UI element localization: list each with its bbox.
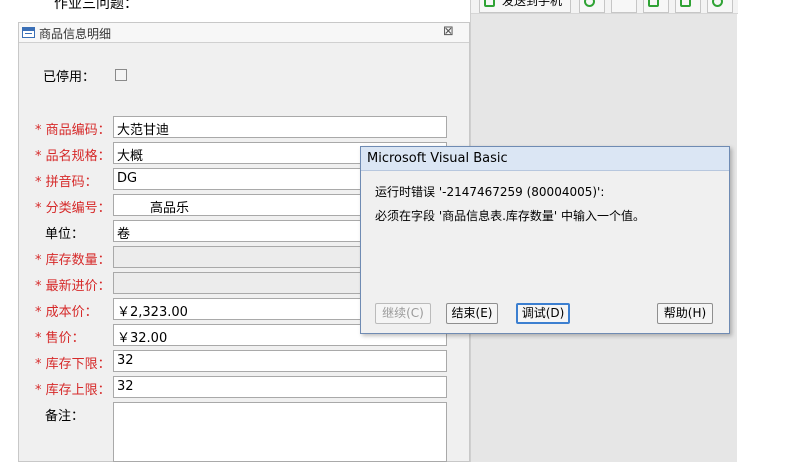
help-button[interactable]: 帮助(H)	[657, 303, 713, 324]
dialog-title: Microsoft Visual Basic	[367, 151, 508, 166]
cloud-icon	[584, 0, 595, 7]
right-toolbar: 发送到手机	[471, 0, 738, 14]
background-document-strip: 作业三问题：	[0, 0, 470, 14]
max-stock-field[interactable]: 32	[113, 376, 447, 398]
share-button[interactable]	[675, 0, 701, 13]
dialog-error-message: 必须在字段 '商品信息表.库存数量' 中输入一个值。	[375, 209, 646, 223]
end-button[interactable]: 结束(E)	[446, 303, 498, 324]
form-title: 商品信息明细	[39, 27, 112, 41]
cloud-button[interactable]	[579, 0, 605, 13]
min-stock-field[interactable]: 32	[113, 350, 447, 372]
form-close-icon[interactable]: ⊠	[443, 24, 454, 39]
phone-icon	[484, 0, 495, 7]
settings-button[interactable]	[707, 0, 733, 13]
form-icon	[22, 27, 35, 38]
share-icon	[680, 0, 691, 7]
continue-button[interactable]: 继续(C)	[375, 303, 431, 324]
expand-icon	[616, 0, 627, 7]
settings-icon	[712, 0, 723, 7]
background-heading: 作业三问题：	[54, 0, 138, 12]
pinyin-label: * 拼音码：	[35, 175, 98, 190]
latest-price-label: * 最新进价：	[35, 279, 111, 294]
code-label: * 商品编码：	[35, 123, 111, 138]
stock-qty-label: * 库存数量：	[35, 253, 111, 268]
disabled-label: 已停用：	[43, 70, 96, 85]
category-label: * 分类编号：	[35, 201, 111, 216]
debug-button[interactable]: 调试(D)	[516, 303, 570, 324]
expand-button[interactable]	[611, 0, 637, 13]
disabled-checkbox[interactable]	[115, 69, 127, 81]
download-button[interactable]	[643, 0, 669, 13]
code-field[interactable]: 大范甘迪	[113, 116, 447, 138]
sale-price-label: * 售价：	[35, 331, 85, 346]
dialog-title-bar: Microsoft Visual Basic	[361, 147, 729, 171]
vb-error-dialog: Microsoft Visual Basic 运行时错误 '-214746725…	[360, 146, 730, 334]
note-field[interactable]	[113, 402, 447, 462]
send-to-phone-label: 发送到手机	[502, 0, 563, 8]
form-title-bar: 商品信息明细 ⊠	[19, 23, 469, 43]
send-to-phone-button[interactable]: 发送到手机	[479, 0, 571, 13]
min-stock-label: * 库存下限：	[35, 357, 111, 372]
note-label: 备注：	[45, 409, 85, 424]
cost-label: * 成本价：	[35, 305, 98, 320]
max-stock-label: * 库存上限：	[35, 383, 111, 398]
spec-label: * 品名规格：	[35, 149, 111, 164]
dialog-error-code: 运行时错误 '-2147467259 (80004005)':	[375, 185, 605, 199]
download-icon	[648, 0, 659, 7]
unit-label: 单位：	[45, 227, 85, 242]
